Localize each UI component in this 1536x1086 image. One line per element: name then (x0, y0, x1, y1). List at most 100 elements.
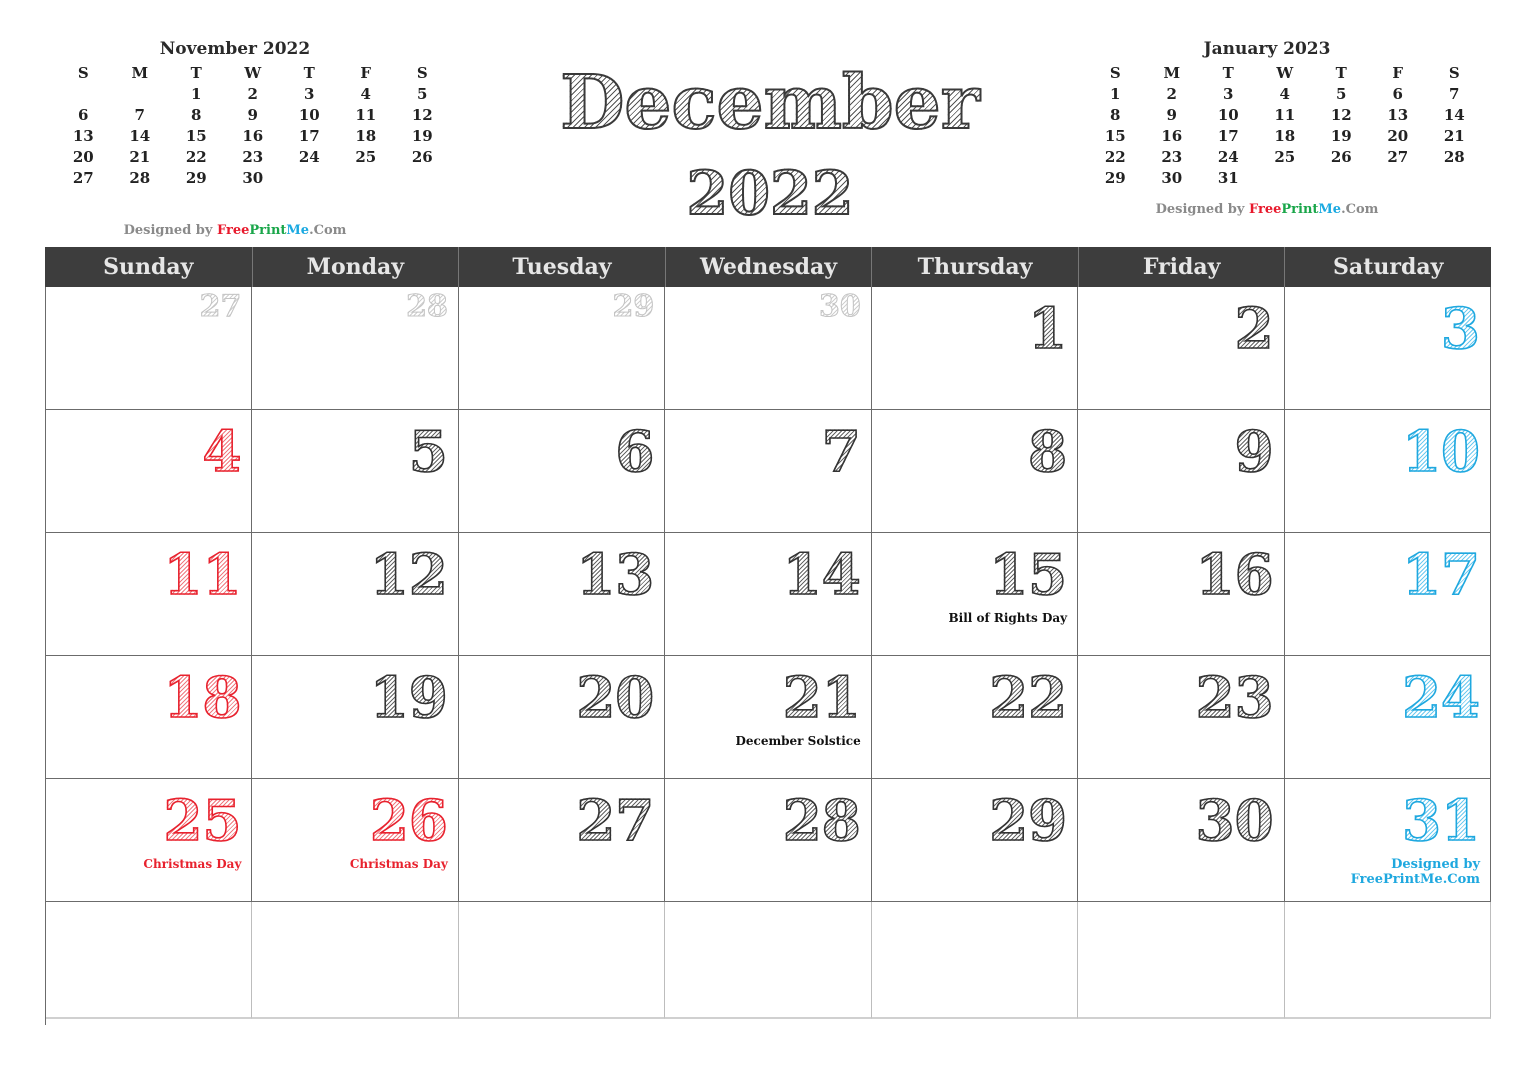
weekday-header-saturday: Saturday (1284, 247, 1491, 287)
holiday-label: Designed by FreePrintMe.Com (1350, 857, 1480, 887)
mini-day: 30 (1161, 169, 1183, 187)
day-cell: 19 (252, 656, 459, 779)
mini-day: 27 (1387, 148, 1409, 166)
day-cell: 18 (46, 656, 253, 779)
mini-day: 3 (1223, 85, 1234, 103)
day-cell: 30 (665, 287, 872, 410)
month-calendar: Sunday Monday Tuesday Wednesday Thursday Frid… (45, 247, 1491, 1025)
mini-day: 24 (298, 148, 320, 166)
mini-day: 10 (1217, 106, 1239, 124)
weekday-header-tuesday: Tuesday (458, 247, 665, 287)
day-number: 30 (1195, 788, 1275, 854)
day-number: 28 (782, 788, 862, 854)
mini-day: 15 (1104, 127, 1126, 145)
mini-day: 8 (1110, 106, 1121, 124)
mini-day: 10 (298, 106, 320, 124)
mini-day: 6 (1392, 85, 1403, 103)
mini-day: 11 (355, 106, 377, 124)
day-number: 21 (782, 665, 862, 731)
day-cell: 15 Bill of Rights Day (871, 533, 1079, 656)
day-number: 4 (202, 419, 243, 485)
mini-day: 1 (191, 85, 202, 103)
weekday-header-wednesday: Wednesday (664, 247, 872, 287)
mini-day (1313, 168, 1370, 189)
mini-day (112, 84, 169, 105)
day-cell: 3 (1284, 287, 1491, 410)
mini-day: 12 (1330, 106, 1352, 124)
day-cell: 2 (1078, 287, 1285, 410)
mini-day: 13 (72, 127, 94, 145)
day-number: 2 (1234, 296, 1275, 362)
mini-weekday-header: T (1335, 64, 1347, 82)
mini-weekday-header: M (1163, 64, 1181, 82)
mini-calendar-january: January 2023 S M T W T F S 1 2 3 4 5 6 7 8 9 10 11 12 13 14 1… (1087, 38, 1465, 217)
day-number: 14 (782, 542, 862, 608)
designer-credit: Designed by FreePrintMe.Com (1077, 202, 1457, 217)
mini-day (1370, 168, 1427, 189)
day-number: 22 (988, 665, 1068, 731)
mini-weekday-header: W (244, 64, 262, 82)
day-number: 15 (988, 542, 1068, 608)
mini-day: 17 (1217, 127, 1239, 145)
mini-weekday-header: M (131, 64, 149, 82)
day-number: 5 (408, 419, 449, 485)
mini-day: 3 (304, 85, 315, 103)
day-cell: 27 (46, 287, 253, 410)
day-cell: 27 (458, 779, 666, 902)
mini-day: 6 (78, 106, 89, 124)
mini-day: 25 (355, 148, 377, 166)
day-number: 7 (821, 419, 862, 485)
day-cell: 14 (665, 533, 872, 656)
day-number: 10 (1401, 419, 1481, 485)
day-cell: 26 Christmas Day (252, 779, 459, 902)
day-number: 6 (615, 419, 656, 485)
day-cell: 4 (46, 410, 253, 533)
day-cell: 6 (458, 410, 666, 533)
day-cell: 20 (458, 656, 666, 779)
mini-day (394, 168, 451, 189)
day-cell: 1 (871, 287, 1079, 410)
day-cell: 7 (665, 410, 872, 533)
mini-day: 8 (191, 106, 202, 124)
day-number: 20 (576, 665, 656, 731)
day-cell: 8 (871, 410, 1079, 533)
month-title: December (540, 58, 1000, 148)
mini-day: 9 (1166, 106, 1177, 124)
day-cell: 12 (252, 533, 459, 656)
mini-day: 2 (247, 85, 258, 103)
mini-day: 2 (1166, 85, 1177, 103)
mini-day: 7 (134, 106, 145, 124)
credit-com: .Com (309, 223, 347, 238)
day-cell (458, 902, 666, 1019)
day-number: 16 (1195, 542, 1275, 608)
mini-day: 15 (185, 127, 207, 145)
mini-weekday-header: T (303, 64, 315, 82)
day-number: 11 (163, 542, 243, 608)
credit-prefix: Designed by (123, 223, 217, 238)
credit-free: Free (216, 223, 250, 238)
weekday-header-monday: Monday (251, 247, 459, 287)
mini-day: 24 (1217, 148, 1239, 166)
mini-day: 13 (1387, 106, 1409, 124)
mini-day: 31 (1217, 169, 1239, 187)
mini-weekday-header: S (416, 64, 428, 82)
mini-day (1257, 168, 1314, 189)
mini-calendar-november: November 2022 S M T W T F S 1 2 3 4 5 6 7 8 9 10 11 12 13 14… (55, 38, 433, 238)
mini-day: 19 (411, 127, 433, 145)
calendar-grid: 27 28 29 30 1 2 3 4 5 6 7 8 9 10 11 12 13 14 15 Bill of Rig… (45, 287, 1491, 1025)
mini-calendar-grid: S M T W T F S 1 2 3 4 5 6 7 8 9 10 11 12 13 14 15 16 17 18 19 20 21… (1087, 63, 1465, 189)
day-cell: 29 (458, 287, 666, 410)
mini-weekday-header: S (1448, 64, 1460, 82)
day-number: 12 (369, 542, 449, 608)
mini-weekday-header: T (1222, 64, 1234, 82)
day-cell: 24 (1284, 656, 1491, 779)
designer-credit: Designed by FreePrintMe.Com (45, 223, 425, 238)
day-number: 31 (1401, 788, 1481, 854)
mini-day: 5 (1336, 85, 1347, 103)
mini-day: 16 (1161, 127, 1183, 145)
mini-day: 16 (242, 127, 264, 145)
mini-weekday-header: F (360, 64, 372, 82)
day-cell: 11 (46, 533, 253, 656)
mini-weekday-header: W (1276, 64, 1294, 82)
mini-day: 21 (1443, 127, 1465, 145)
